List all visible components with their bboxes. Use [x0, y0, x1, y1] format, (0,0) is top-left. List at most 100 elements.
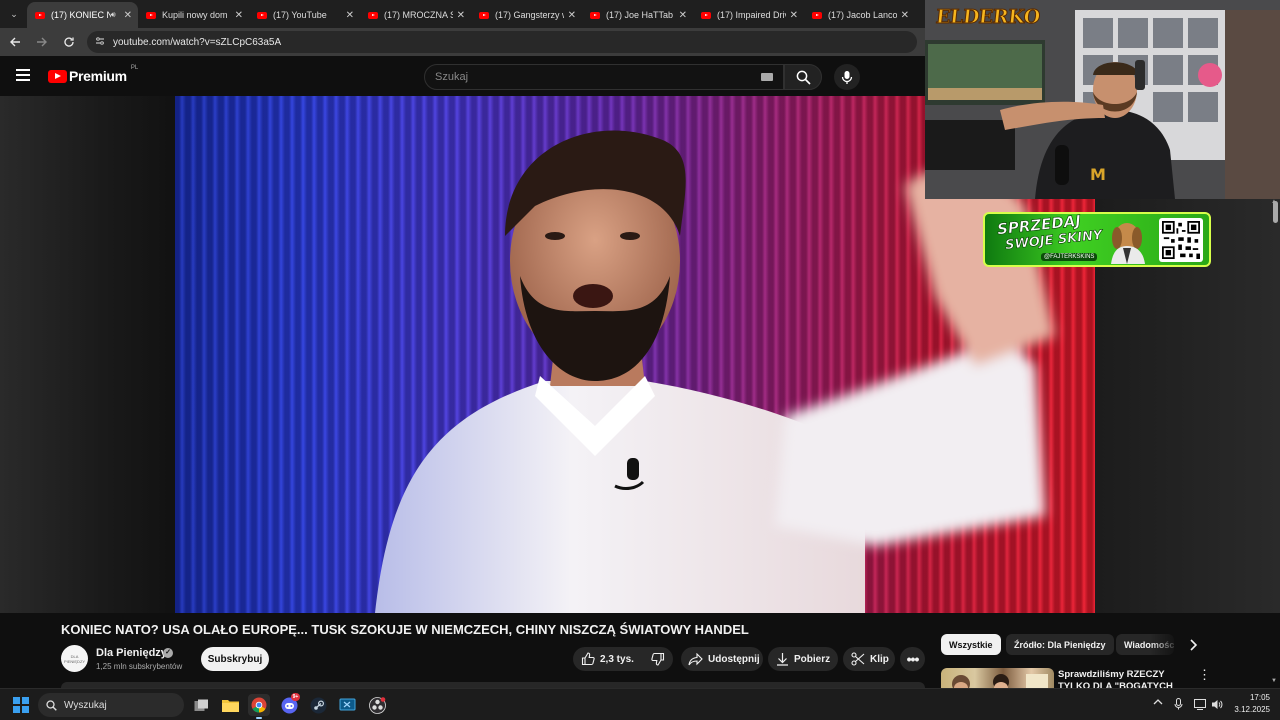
vertical-dots-icon[interactable]: ⋮ [1198, 668, 1211, 681]
obs-icon[interactable] [366, 694, 388, 716]
tab-title: (17) Joe HaTTab [606, 10, 674, 20]
steam-icon[interactable] [307, 694, 329, 716]
sponsor-banner: SPRZEDAJ SWOJE SKINY @FAJTERKSKINS [983, 212, 1211, 267]
recommended-title[interactable]: Sprawdziliśmy RZECZY TYLKO DLA "BOGATYCH… [1058, 669, 1193, 688]
scroll-down-arrow-icon[interactable]: ▼ [1271, 678, 1277, 684]
tab-mroczna[interactable]: (17) MROCZNA S ✕ [360, 2, 471, 28]
reload-icon[interactable] [57, 30, 81, 54]
address-bar[interactable]: youtube.com/watch?v=sZLCpC63a5A [87, 31, 917, 53]
tab-impaired-driv[interactable]: (17) Impaired Driv ✕ [693, 2, 804, 28]
microphone-icon[interactable] [1174, 697, 1183, 715]
tab-youtube[interactable]: (17) YouTube ✕ [249, 2, 360, 28]
youtube-favicon-icon [146, 11, 156, 19]
channel-avatar[interactable]: DLA PIENIĘDZY [61, 645, 88, 672]
search-placeholder: Szukaj [435, 71, 469, 83]
file-explorer-icon[interactable] [219, 694, 241, 716]
chip-all[interactable]: Wszystkie [941, 634, 1001, 655]
tab-title: (17) YouTube [273, 10, 327, 20]
search-icon [796, 70, 811, 85]
chip-source[interactable]: Źródło: Dla Pieniędzy [1006, 634, 1114, 655]
tab-kupili-nowy-dom[interactable]: Kupili nowy dom ✕ [138, 2, 249, 28]
site-info-icon[interactable] [95, 36, 105, 49]
svg-text:M: M [1090, 165, 1106, 184]
task-view-icon[interactable] [190, 694, 212, 716]
recommended-thumbnail[interactable] [941, 668, 1054, 688]
hamburger-menu-icon[interactable] [16, 69, 30, 81]
video-title: KONIEC NATO? USA OLAŁO EUROPĘ... TUSK SZ… [61, 622, 749, 637]
download-button[interactable]: Pobierz [768, 647, 838, 671]
thumbs-up-icon [581, 652, 595, 666]
tab-koniec-nato[interactable]: (17) KONIEC N 🔊︎ ✕ [27, 2, 138, 28]
taskbar-search-input[interactable]: Wyszukaj [38, 693, 184, 717]
close-tab-icon[interactable]: ✕ [568, 10, 576, 21]
search-input[interactable]: Szukaj [424, 64, 784, 90]
youtube-favicon-icon [590, 11, 600, 19]
youtube-masthead: Premium PL Szukaj [0, 56, 925, 96]
youtube-play-icon [48, 69, 67, 83]
logo-text: Premium [69, 68, 127, 84]
dog-mascot-image [1111, 223, 1145, 264]
clock-date[interactable]: 3.12.2025 [1222, 705, 1270, 714]
banner-handle: @FAJTERKSKINS [1041, 253, 1098, 261]
search-button[interactable] [784, 64, 822, 90]
clip-button[interactable]: Klip [843, 647, 895, 671]
chevron-right-icon[interactable] [1183, 635, 1203, 655]
more-actions-button[interactable]: ••• [900, 647, 925, 671]
youtube-favicon-icon [479, 11, 489, 19]
tab-title: (17) MROCZNA S [384, 10, 453, 20]
page-scrollbar[interactable] [1270, 199, 1280, 688]
youtube-favicon-icon [368, 11, 378, 19]
back-arrow-icon[interactable] [3, 30, 27, 54]
chips-fade [1150, 632, 1180, 657]
tab-title: (17) Gangsterzy w [495, 10, 564, 20]
like-button[interactable]: 2,3 tys. [573, 647, 643, 671]
channel-name[interactable]: Dla Pieniędzy [96, 647, 167, 659]
windows-start-icon[interactable] [13, 697, 29, 713]
clock-time[interactable]: 17:05 [1230, 693, 1270, 702]
chevron-up-icon[interactable] [1153, 697, 1163, 708]
browser-toolbar: youtube.com/watch?v=sZLCpC63a5A [0, 28, 925, 56]
browser-tab-strip: ⌄ (17) KONIEC N 🔊︎ ✕ Kupili nowy dom ✕ (… [0, 0, 925, 28]
url-text: youtube.com/watch?v=sZLCpC63a5A [113, 36, 282, 48]
windows-taskbar: Wyszukaj [0, 688, 1280, 720]
youtube-favicon-icon [812, 11, 822, 19]
tab-gangsterzy[interactable]: (17) Gangsterzy w ✕ [471, 2, 582, 28]
close-tab-icon[interactable]: ✕ [124, 10, 132, 21]
taskbar-search-placeholder: Wyszukaj [64, 699, 107, 711]
remote-desktop-icon[interactable] [336, 694, 358, 716]
close-tab-icon[interactable]: ✕ [901, 10, 909, 21]
close-tab-icon[interactable]: ✕ [457, 10, 465, 21]
scrollbar-thumb[interactable] [1273, 201, 1278, 223]
subscribe-button[interactable]: Subskrybuj [201, 647, 269, 671]
voice-search-button[interactable] [834, 64, 860, 90]
close-tab-icon[interactable]: ✕ [346, 10, 354, 21]
audio-playing-icon[interactable]: 🔊︎ [111, 10, 116, 20]
tab-title: Kupili nowy dom [162, 10, 228, 20]
keyboard-icon[interactable] [761, 73, 773, 81]
tab-title: (17) KONIEC N [51, 10, 111, 20]
tab-search-button[interactable]: ⌄ [3, 3, 25, 25]
qr-code-image [1159, 218, 1203, 262]
youtube-favicon-icon [257, 11, 267, 19]
dislike-button[interactable] [643, 647, 673, 671]
thumbs-down-icon [651, 652, 665, 666]
chrome-icon[interactable] [248, 694, 270, 719]
streamer-logo: ELDERKO [934, 6, 1041, 29]
share-button[interactable]: Udostępnij [681, 647, 763, 671]
close-tab-icon[interactable]: ✕ [790, 10, 798, 21]
download-label: Pobierz [794, 653, 831, 665]
youtube-favicon-icon [35, 11, 45, 19]
tab-jacob-lanco[interactable]: (17) Jacob Lanco ✕ [804, 2, 915, 28]
search-icon [46, 699, 57, 711]
youtube-favicon-icon [701, 11, 711, 19]
microphone-icon [841, 70, 853, 84]
network-icon[interactable] [1194, 697, 1206, 715]
streamer-webcam: M [925, 0, 1280, 199]
close-tab-icon[interactable]: ✕ [235, 10, 243, 21]
like-count: 2,3 tys. [600, 653, 634, 665]
youtube-premium-logo[interactable]: Premium PL [48, 65, 138, 84]
close-tab-icon[interactable]: ✕ [679, 10, 687, 21]
tab-joe-hattab[interactable]: (17) Joe HaTTab ✕ [582, 2, 693, 28]
share-label: Udostępnij [708, 653, 760, 665]
forward-arrow-icon[interactable] [30, 30, 54, 54]
